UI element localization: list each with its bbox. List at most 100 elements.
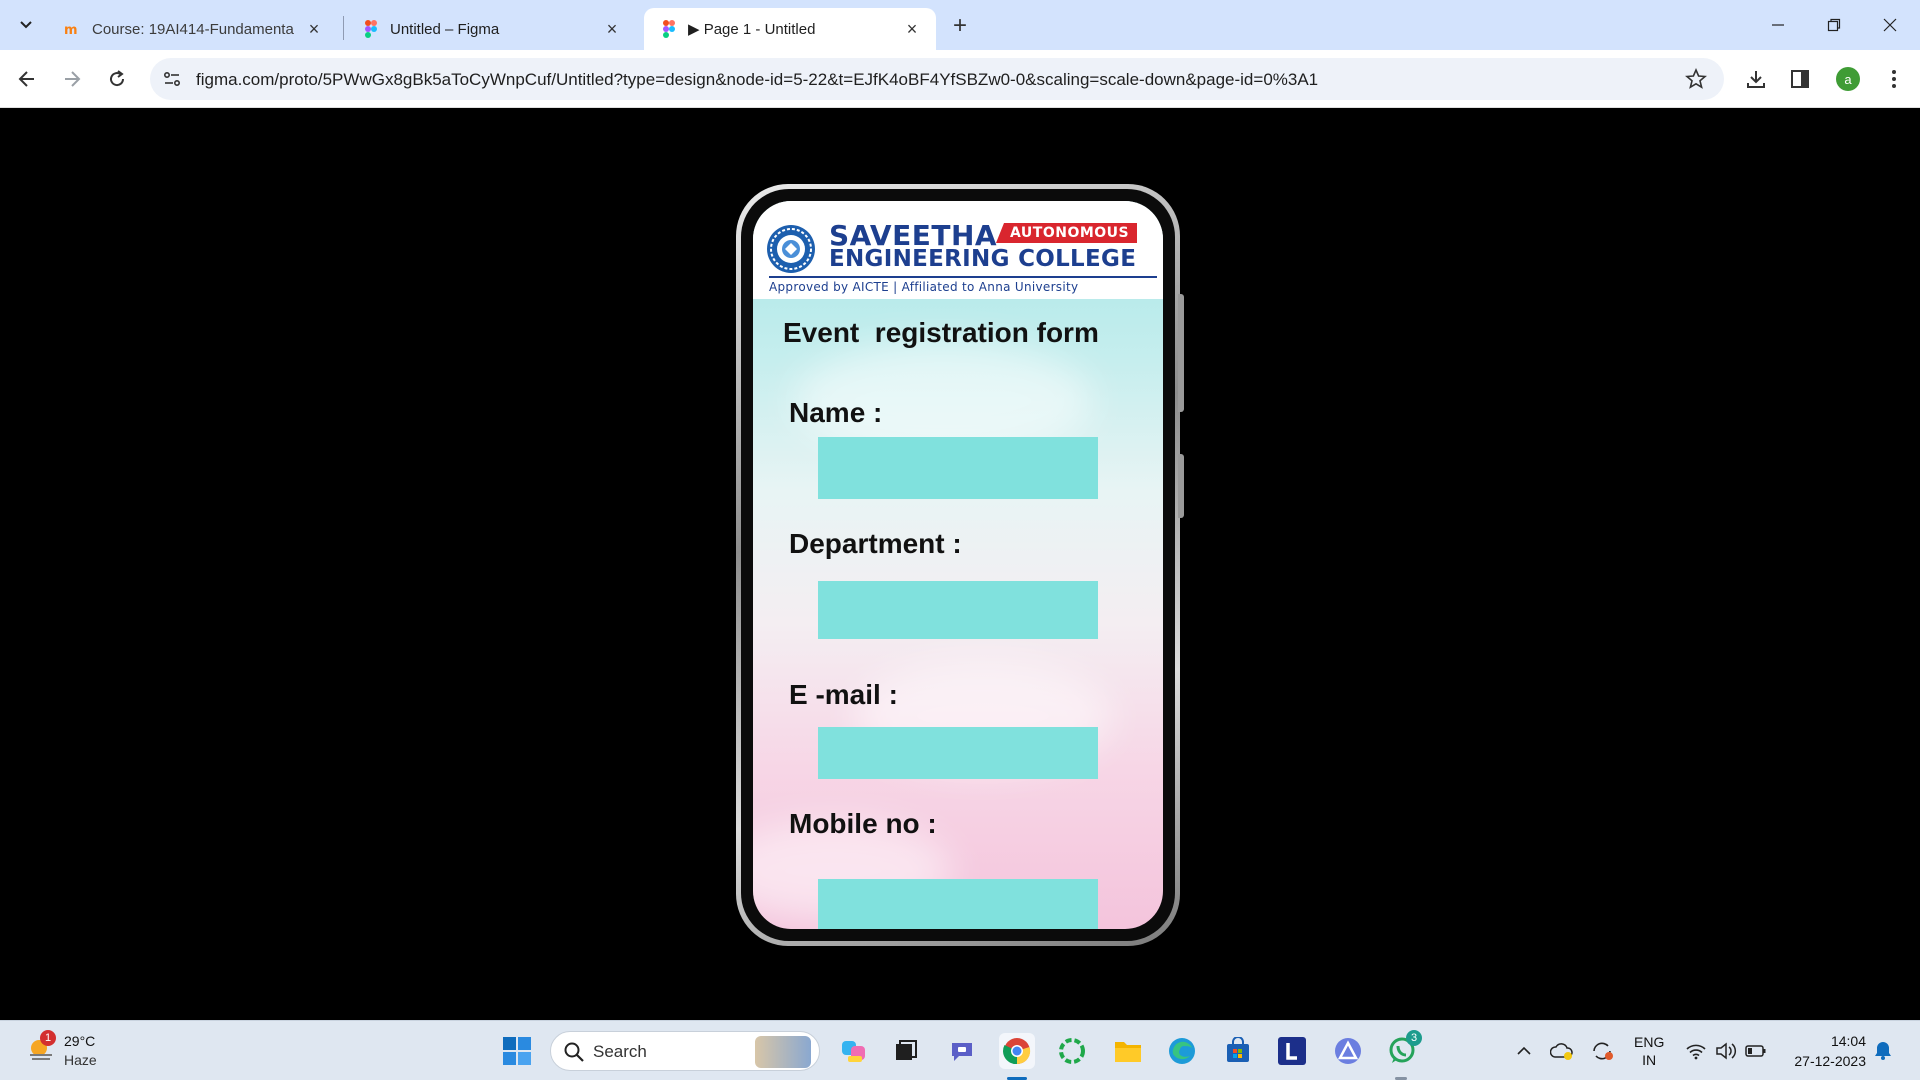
figma-icon — [362, 20, 380, 38]
triangle-app-icon — [1335, 1038, 1361, 1064]
bookmark-star-icon[interactable] — [1684, 67, 1708, 91]
phone-bezel: SAVEETHA AUTONOMOUS ENGINEERING COLLEGE … — [741, 189, 1175, 941]
close-window-button[interactable] — [1876, 12, 1904, 38]
edge-icon — [1169, 1038, 1195, 1064]
taskbar-copilot[interactable] — [836, 1033, 872, 1069]
tab-title: ▶ Page 1 - Untitled — [688, 21, 816, 38]
phone-volume-button — [1178, 294, 1184, 412]
new-tab-button[interactable]: + — [946, 12, 974, 40]
college-emblem-icon — [767, 225, 815, 273]
close-icon — [1883, 18, 1897, 32]
address-bar[interactable]: figma.com/proto/5PWwGx8gBk5aToCyWnpCuf/U… — [150, 58, 1724, 100]
phone-power-button — [1178, 454, 1184, 518]
teams-chat-icon — [952, 1043, 972, 1061]
reload-button[interactable] — [102, 64, 132, 94]
show-hidden-icons[interactable] — [1512, 1039, 1536, 1063]
arrow-right-icon — [65, 71, 81, 87]
prototype-canvas: SAVEETHA AUTONOMOUS ENGINEERING COLLEGE … — [0, 108, 1920, 1020]
department-input[interactable] — [818, 581, 1098, 639]
kebab-menu-icon — [1892, 70, 1896, 88]
email-label: E -mail : — [789, 679, 898, 710]
phone-frame: SAVEETHA AUTONOMOUS ENGINEERING COLLEGE … — [736, 184, 1184, 946]
site-settings-icon[interactable] — [162, 69, 182, 89]
taskbar-edge[interactable] — [1164, 1033, 1200, 1069]
copilot-icon — [842, 1041, 865, 1062]
minimize-button[interactable] — [1764, 12, 1792, 38]
cloud-warning-icon — [1550, 1043, 1573, 1060]
clock-time: 14:04 — [1830, 1033, 1866, 1049]
arrow-left-icon — [18, 71, 34, 87]
college-logo-banner: SAVEETHA AUTONOMOUS ENGINEERING COLLEGE … — [753, 201, 1163, 299]
weather-alert-badge: 1 — [40, 1030, 56, 1046]
url-text: figma.com/proto/5PWwGx8gBk5aToCyWnpCuf/U… — [196, 70, 1319, 89]
mobile-input[interactable] — [818, 879, 1098, 929]
taskbar-arc-app[interactable] — [1330, 1033, 1366, 1069]
volume-tray[interactable] — [1714, 1039, 1738, 1063]
tab-figma-prototype[interactable]: ▶ Page 1 - Untitled × — [644, 8, 936, 50]
search-label: Search — [593, 1042, 647, 1061]
menu-button[interactable] — [1880, 65, 1908, 93]
chevron-up-icon — [1517, 1046, 1531, 1055]
whatsapp-unread-badge: 3 — [1406, 1030, 1422, 1046]
download-icon — [1747, 71, 1765, 88]
name-input[interactable] — [818, 437, 1098, 499]
department-label: Department : — [789, 528, 962, 559]
chevron-down-icon — [20, 21, 32, 29]
language-indicator[interactable]: ENG IN — [1634, 1033, 1664, 1069]
language-code: ENG — [1634, 1034, 1665, 1050]
email-input[interactable] — [818, 727, 1098, 779]
back-button[interactable] — [12, 64, 42, 94]
taskbar-store[interactable] — [1220, 1033, 1256, 1069]
side-panel-icon — [1791, 70, 1809, 88]
side-panel-button[interactable] — [1786, 65, 1814, 93]
figma-icon — [660, 20, 678, 38]
store-icon — [1227, 1037, 1249, 1062]
minimize-icon — [1772, 24, 1784, 26]
task-view-icon — [896, 1040, 917, 1060]
profile-avatar[interactable]: a — [1836, 67, 1860, 91]
taskbar-chrome[interactable] — [999, 1033, 1035, 1069]
wifi-tray[interactable] — [1684, 1039, 1708, 1063]
sync-tray[interactable] — [1590, 1039, 1614, 1063]
autonomous-badge: AUTONOMOUS — [996, 223, 1138, 243]
reload-icon — [110, 70, 125, 87]
tab-search-button[interactable] — [12, 10, 40, 38]
taskbar-file-explorer[interactable] — [1110, 1033, 1146, 1069]
mobile-label: Mobile no : — [789, 808, 937, 839]
college-name-line2: ENGINEERING COLLEGE — [829, 246, 1137, 272]
close-tab-icon[interactable]: × — [304, 19, 324, 39]
forward-button[interactable] — [57, 64, 87, 94]
notification-bell-icon[interactable] — [1872, 1039, 1894, 1061]
taskbar-teams[interactable] — [944, 1033, 980, 1069]
taskbar-task-view[interactable] — [888, 1033, 924, 1069]
search-highlight-image — [755, 1036, 811, 1068]
onedrive-tray[interactable] — [1550, 1039, 1574, 1063]
moodle-icon: m — [64, 20, 82, 38]
close-tab-icon[interactable]: × — [902, 19, 922, 39]
tab-title: Course: 19AI414-Fundamentals — [92, 20, 294, 38]
system-clock[interactable]: 14:04 27-12-2023 — [1786, 1031, 1866, 1071]
browser-toolbar: figma.com/proto/5PWwGx8gBk5aToCyWnpCuf/U… — [0, 50, 1920, 108]
close-tab-icon[interactable]: × — [602, 19, 622, 39]
tab-title: Untitled – Figma — [390, 20, 500, 38]
browser-tab-bar: m Course: 19AI414-Fundamentals × Untitle… — [0, 0, 1920, 50]
tab-figma-file[interactable]: Untitled – Figma × — [346, 8, 636, 50]
tab-course[interactable]: m Course: 19AI414-Fundamentals × — [48, 8, 338, 50]
battery-tray[interactable] — [1744, 1039, 1768, 1063]
restore-button[interactable] — [1820, 12, 1848, 38]
battery-icon — [1745, 1045, 1766, 1057]
taskbar-search[interactable]: Search — [550, 1031, 820, 1071]
wifi-icon — [1686, 1044, 1706, 1060]
weather-temperature: 29°C — [64, 1033, 96, 1049]
svg-text:m: m — [64, 23, 78, 36]
green-ring-app-icon — [1059, 1038, 1085, 1064]
speaker-icon — [1716, 1042, 1737, 1060]
folder-icon — [1115, 1042, 1141, 1062]
name-label: Name : — [789, 397, 883, 428]
taskbar-l-app[interactable] — [1274, 1033, 1310, 1069]
search-icon — [564, 1042, 584, 1062]
taskbar-app-circle[interactable] — [1054, 1033, 1090, 1069]
downloads-button[interactable] — [1742, 65, 1770, 93]
college-affiliation: Approved by AICTE | Affiliated to Anna U… — [769, 280, 1079, 294]
windows-start-icon[interactable] — [502, 1036, 532, 1066]
